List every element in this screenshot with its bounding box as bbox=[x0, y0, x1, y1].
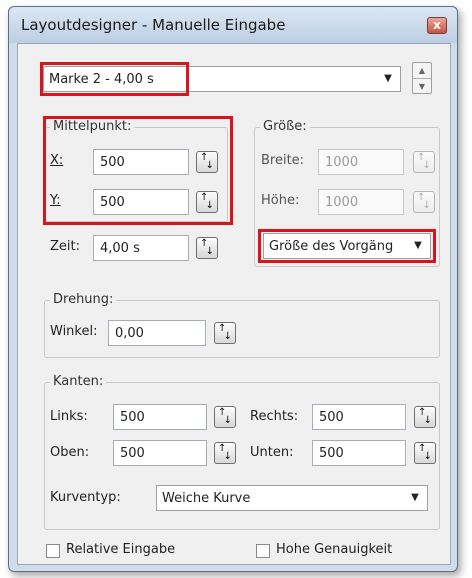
breite-input-value: 1000 bbox=[325, 155, 359, 170]
highlight-mittelpunkt bbox=[43, 116, 233, 225]
unten-label: Unten: bbox=[250, 445, 294, 460]
relative-eingabe-checkbox[interactable] bbox=[46, 544, 60, 558]
dialog-client-area: Marke 2 - 4,00 s ▼ ▲ ▼ Mittelpunkt: X: 5… bbox=[17, 43, 451, 565]
hoehe-input: 1000 bbox=[318, 189, 404, 215]
unten-input-value: 500 bbox=[319, 446, 344, 461]
zeit-step-button[interactable]: ↑ ↓ bbox=[196, 237, 218, 259]
spin-down-icon[interactable]: ▼ bbox=[413, 79, 431, 95]
breite-step-button: ↑ ↓ bbox=[413, 151, 435, 173]
oben-input-value: 500 bbox=[120, 446, 145, 461]
winkel-input-value: 0,00 bbox=[115, 326, 144, 341]
window-title: Layoutdesigner - Manuelle Eingabe bbox=[21, 16, 286, 34]
zeit-input-value: 4,00 s bbox=[100, 241, 140, 256]
oben-label: Oben: bbox=[50, 445, 90, 460]
chevron-down-icon: ▼ bbox=[384, 73, 392, 84]
hoehe-input-value: 1000 bbox=[325, 195, 359, 210]
groesse-group-label: Größe: bbox=[260, 119, 310, 134]
kurventyp-label: Kurventyp: bbox=[50, 490, 121, 505]
drehung-group-label: Drehung: bbox=[50, 292, 117, 307]
zeit-input[interactable]: 4,00 s bbox=[93, 235, 189, 261]
marker-spinner[interactable]: ▲ ▼ bbox=[412, 62, 432, 94]
breite-input: 1000 bbox=[318, 149, 404, 175]
kurventyp-value: Weiche Kurve bbox=[162, 491, 251, 506]
links-label: Links: bbox=[50, 409, 88, 424]
unten-step-button[interactable]: ↑ ↓ bbox=[414, 442, 436, 464]
title-bar[interactable]: Layoutdesigner - Manuelle Eingabe x bbox=[9, 7, 457, 43]
kurventyp-select[interactable]: Weiche Kurve ▼ bbox=[156, 485, 428, 511]
hoehe-label: Höhe: bbox=[261, 193, 300, 208]
hohe-genauigkeit-label[interactable]: Hohe Genauigkeit bbox=[276, 542, 392, 557]
hohe-genauigkeit-checkbox[interactable] bbox=[256, 544, 270, 558]
spin-up-icon[interactable]: ▲ bbox=[413, 63, 431, 79]
kanten-group-label: Kanten: bbox=[50, 374, 107, 389]
close-button[interactable]: x bbox=[427, 17, 447, 34]
rechts-label: Rechts: bbox=[250, 409, 299, 424]
rechts-input[interactable]: 500 bbox=[312, 404, 406, 430]
links-input-value: 500 bbox=[120, 410, 145, 425]
chevron-down-icon: ▼ bbox=[411, 492, 419, 503]
zeit-label-text: Zeit: bbox=[50, 239, 80, 254]
links-step-button[interactable]: ↑ ↓ bbox=[214, 406, 236, 428]
rechts-step-button[interactable]: ↑ ↓ bbox=[414, 406, 436, 428]
winkel-input[interactable]: 0,00 bbox=[108, 320, 206, 346]
winkel-step-button[interactable]: ↑ ↓ bbox=[214, 322, 236, 344]
oben-input[interactable]: 500 bbox=[113, 440, 207, 466]
winkel-label: Winkel: bbox=[50, 324, 98, 339]
oben-step-button[interactable]: ↑ ↓ bbox=[214, 442, 236, 464]
relative-eingabe-label[interactable]: Relative Eingabe bbox=[66, 542, 175, 557]
drehung-group bbox=[44, 300, 440, 358]
highlight-groesse-mode bbox=[258, 229, 436, 263]
unten-input[interactable]: 500 bbox=[312, 440, 406, 466]
rechts-input-value: 500 bbox=[319, 410, 344, 425]
hoehe-step-button: ↑ ↓ bbox=[413, 191, 435, 213]
zeit-label: Zeit: bbox=[50, 239, 80, 254]
dialog-window: Layoutdesigner - Manuelle Eingabe x Mark… bbox=[8, 6, 458, 572]
links-input[interactable]: 500 bbox=[113, 404, 207, 430]
highlight-marker bbox=[40, 62, 189, 96]
close-icon: x bbox=[433, 18, 441, 32]
breite-label: Breite: bbox=[261, 153, 305, 168]
